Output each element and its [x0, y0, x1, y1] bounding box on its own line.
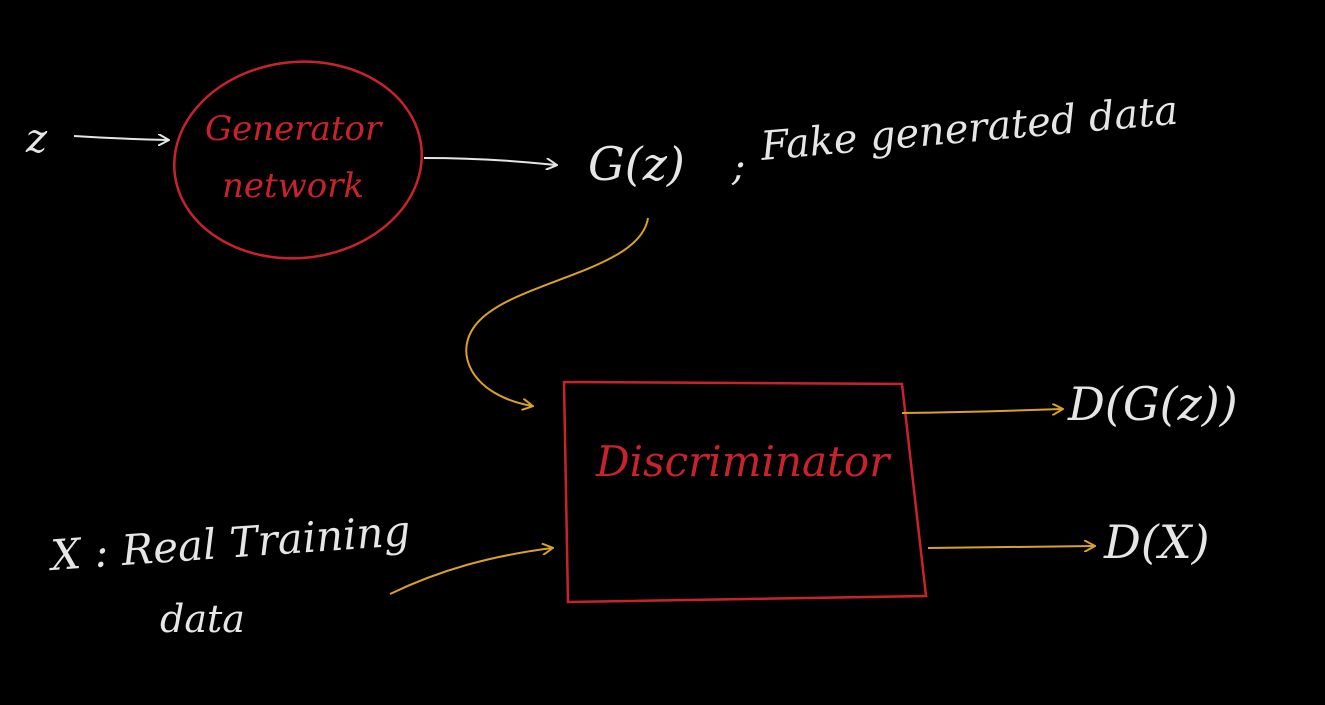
- discriminator-to-fake-output-arrow: [901, 409, 1062, 413]
- z-input-label: z: [25, 116, 48, 162]
- z-to-generator-arrow: [73, 136, 168, 140]
- real-data-label-line1: X : Real Training: [46, 506, 412, 580]
- generator-to-output-arrow: [423, 157, 556, 165]
- discriminator-label: Discriminator: [595, 437, 892, 486]
- generator-node: [173, 60, 423, 260]
- real-data-to-discriminator-arrow: [389, 548, 552, 595]
- output-real-label: D(X): [1103, 515, 1210, 569]
- real-data-label-line2: data: [160, 597, 245, 641]
- discriminator-node: [562, 380, 928, 604]
- generator-label-line2: network: [222, 166, 364, 206]
- generated-description: Fake generated data: [758, 88, 1180, 170]
- generated-to-discriminator-arrow: [465, 217, 649, 406]
- discriminator-to-real-output-arrow: [927, 546, 1094, 548]
- generated-separator: ;: [731, 144, 745, 190]
- gan-diagram: z Generator network G(z) ; Fake generate…: [25, 60, 1238, 641]
- generator-label-line1: Generator: [205, 109, 383, 149]
- generated-symbol: G(z): [588, 137, 685, 191]
- output-fake-label: D(G(z)): [1067, 377, 1238, 431]
